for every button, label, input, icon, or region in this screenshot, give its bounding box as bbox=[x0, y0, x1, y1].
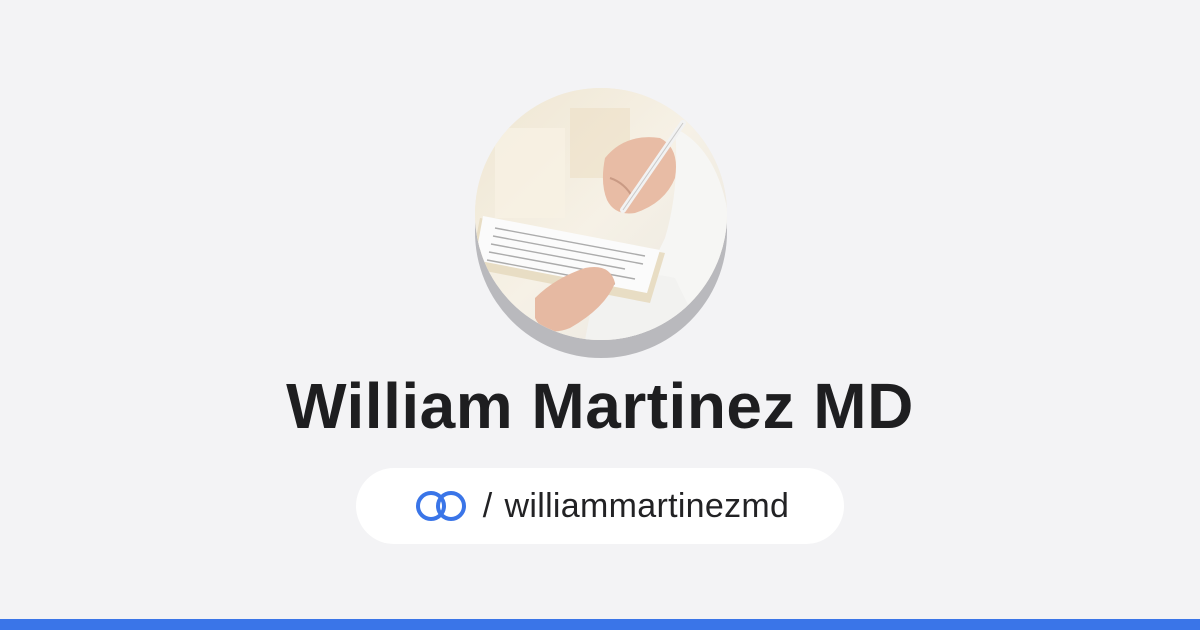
accent-bar bbox=[0, 619, 1200, 630]
profile-card: William Martinez MD / williammartinezmd bbox=[0, 0, 1200, 630]
avatar-container bbox=[475, 88, 727, 358]
handle-separator: / bbox=[482, 486, 493, 525]
profile-link-button[interactable]: / williammartinezmd bbox=[356, 468, 844, 544]
profile-name: William Martinez MD bbox=[286, 370, 914, 442]
profile-handle: williammartinezmd bbox=[504, 486, 790, 525]
avatar[interactable] bbox=[475, 88, 727, 340]
link-rings-icon bbox=[411, 488, 471, 524]
avatar-photo bbox=[475, 88, 727, 340]
